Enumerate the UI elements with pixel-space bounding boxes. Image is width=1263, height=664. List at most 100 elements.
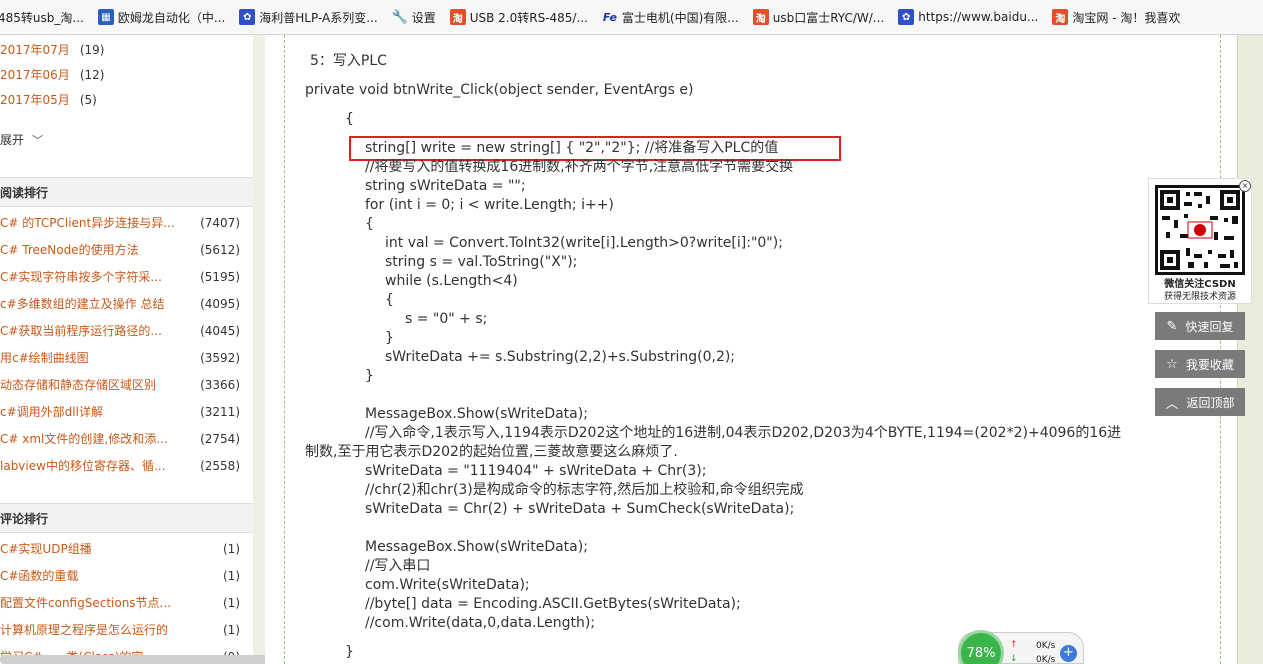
wrench-icon: 🔧 bbox=[391, 9, 408, 25]
code-line: MessageBox.Show(sWriteData); bbox=[365, 406, 588, 422]
rank-count: (5612) bbox=[200, 242, 240, 257]
taobao-icon: 淘 bbox=[449, 9, 466, 25]
star-icon: ☆ bbox=[1166, 356, 1178, 372]
bookmark-label: 海利普HLP-A系列变... bbox=[259, 10, 378, 25]
section-heading: 5：写入PLC bbox=[310, 53, 387, 69]
qr-caption: 微信关注CSDN 获得无限技术资源 bbox=[1150, 279, 1250, 303]
code-line: s = "0" + s; bbox=[405, 311, 488, 327]
archive-count: (19) bbox=[79, 42, 105, 57]
rank-link[interactable]: 配置文件configSections节点... bbox=[0, 594, 171, 611]
reading-rank-title: 阅读排行 bbox=[0, 185, 49, 200]
code-line: //写入串口 bbox=[365, 558, 431, 574]
rank-item[interactable]: 配置文件configSections节点... (1) bbox=[0, 589, 240, 616]
bookmark-fuji[interactable]: Fe 富士电机(中国)有限... bbox=[602, 0, 739, 34]
rank-item[interactable]: C#实现字符串按多个字符采... (5195) bbox=[0, 263, 240, 290]
rank-link[interactable]: 用c#绘制曲线图 bbox=[0, 349, 89, 366]
code-line: } bbox=[345, 644, 354, 660]
upload-arrow-icon: ↑ bbox=[1010, 640, 1018, 650]
archive-link[interactable]: 2017年07月 bbox=[0, 41, 70, 58]
bookmark-settings[interactable]: 🔧 设置 bbox=[391, 0, 436, 34]
rank-link[interactable]: C# TreeNode的使用方法 bbox=[0, 241, 139, 258]
code-line: string sWriteData = ""; bbox=[365, 178, 526, 194]
rank-item[interactable]: 用c#绘制曲线图 (3592) bbox=[0, 344, 240, 371]
bookmark-hlp[interactable]: ✿ 海利普HLP-A系列变... bbox=[239, 0, 378, 34]
rank-link[interactable]: C# 的TCPClient异步连接与异... bbox=[0, 214, 175, 231]
bookmark-taobao[interactable]: 淘 淘宝网 - 淘！我喜欢 bbox=[1052, 0, 1180, 34]
bookmark-485usb[interactable]: 485转usb_淘... bbox=[0, 0, 84, 34]
rank-link[interactable]: C#实现UDP组播 bbox=[0, 540, 92, 557]
rank-item[interactable]: C# TreeNode的使用方法 (5612) bbox=[0, 236, 240, 263]
rank-item[interactable]: c#多维数组的建立及操作 总结 (4095) bbox=[0, 290, 240, 317]
qr-code-image bbox=[1155, 185, 1245, 275]
code-line: { bbox=[385, 292, 394, 308]
rank-count: (3366) bbox=[200, 377, 240, 392]
rank-item[interactable]: C#函数的重载 (1) bbox=[0, 562, 240, 589]
bookmark-usb-fuji[interactable]: 淘 usb口富士RYC/W/... bbox=[752, 0, 885, 34]
rank-item[interactable]: C# 的TCPClient异步连接与异... (7407) bbox=[0, 209, 240, 236]
rank-count: (2754) bbox=[200, 431, 240, 446]
bookmark-baidu[interactable]: ✿ https://www.baidu... bbox=[898, 0, 1038, 34]
rank-link[interactable]: C#函数的重载 bbox=[0, 567, 78, 584]
rank-link[interactable]: c#调用外部dll详解 bbox=[0, 403, 103, 420]
bookmark-label: 富士电机(中国)有限... bbox=[621, 10, 739, 25]
rank-item[interactable]: C#获取当前程序运行路径的... (4045) bbox=[0, 317, 240, 344]
rank-link[interactable]: 计算机原理之程序是怎么运行的 bbox=[0, 621, 168, 638]
rank-item[interactable]: c#调用外部dll详解 (3211) bbox=[0, 398, 240, 425]
back-to-top-button[interactable]: ︿ 返回顶部 bbox=[1155, 388, 1245, 416]
rank-count: (1) bbox=[223, 541, 240, 556]
bookmark-label: 欧姆龙自动化（中... bbox=[117, 10, 226, 25]
favorite-label: 我要收藏 bbox=[1185, 357, 1234, 372]
rank-link[interactable]: C#获取当前程序运行路径的... bbox=[0, 322, 162, 339]
bookmark-usb-rs485[interactable]: 淘 USB 2.0转RS-485/... bbox=[449, 0, 588, 34]
download-speed: 0K/s bbox=[1036, 655, 1056, 664]
code-line: 制数,至于用它表示D202的起始位置,三菱故意要这么麻烦了. bbox=[305, 444, 678, 460]
bookmark-label: 485转usb_淘... bbox=[0, 10, 84, 25]
code-line: //将要写入的值转换成16进制数,补齐两个字节,注意高低字节需要交换 bbox=[365, 159, 794, 175]
favorite-button[interactable]: ☆ 我要收藏 bbox=[1155, 350, 1245, 378]
rank-item[interactable]: labview中的移位寄存器、循... (2558) bbox=[0, 452, 240, 479]
rank-link[interactable]: labview中的移位寄存器、循... bbox=[0, 457, 165, 474]
code-line: { bbox=[345, 111, 354, 127]
quick-reply-button[interactable]: ✎ 快速回复 bbox=[1155, 312, 1245, 340]
rank-link[interactable]: C#实现字符串按多个字符采... bbox=[0, 268, 162, 285]
plus-icon[interactable]: + bbox=[1060, 645, 1077, 662]
code-line: //com.Write(data,0,data.Length); bbox=[365, 615, 596, 631]
download-arrow-icon: ↓ bbox=[1010, 654, 1018, 664]
rank-item[interactable]: 动态存储和静态存储区域区别 (3366) bbox=[0, 371, 240, 398]
paw-icon: ✿ bbox=[898, 9, 915, 25]
code-line: for (int i = 0; i < write.Length; i++) bbox=[365, 197, 614, 213]
bookmark-label: usb口富士RYC/W/... bbox=[772, 10, 885, 25]
archive-link[interactable]: 2017年06月 bbox=[0, 66, 70, 83]
article-border-left bbox=[284, 35, 285, 664]
code-line: //chr(2)和chr(3)是构成命令的标志字符,然后加上校验和,命令组织完成 bbox=[365, 482, 804, 498]
rank-item[interactable]: 计算机原理之程序是怎么运行的 (1) bbox=[0, 616, 240, 643]
rank-link[interactable]: 动态存储和静态存储区域区别 bbox=[0, 376, 156, 393]
archive-count: (5) bbox=[79, 92, 97, 107]
code-line: com.Write(sWriteData); bbox=[365, 577, 530, 593]
pencil-icon: ✎ bbox=[1166, 318, 1178, 334]
code-line: { bbox=[365, 216, 374, 232]
qr-caption-line1: 微信关注CSDN bbox=[1164, 279, 1236, 290]
rank-link[interactable]: C# xml文件的创建,修改和添... bbox=[0, 430, 168, 447]
expand-button[interactable]: 展开 ﹀ bbox=[0, 131, 43, 148]
rank-item[interactable]: C#实现UDP组播 (1) bbox=[0, 535, 240, 562]
rank-link[interactable]: c#多维数组的建立及操作 总结 bbox=[0, 295, 164, 312]
sidebar: 2017年07月 (19) 2017年06月 (12) 2017年05月 (5)… bbox=[0, 35, 253, 664]
upload-speed: 0K/s bbox=[1036, 641, 1056, 651]
code-line: private void btnWrite_Click(object sende… bbox=[305, 82, 694, 98]
archive-item[interactable]: 2017年06月 (12) bbox=[0, 62, 250, 87]
rank-item[interactable]: C# xml文件的创建,修改和添... (2754) bbox=[0, 425, 240, 452]
code-line: sWriteData = Chr(2) + sWriteData + SumCh… bbox=[365, 501, 795, 517]
qr-close-button[interactable]: × bbox=[1239, 180, 1251, 192]
rank-count: (1) bbox=[223, 568, 240, 583]
comment-rank-title: 评论排行 bbox=[0, 511, 49, 526]
archive-item[interactable]: 2017年05月 (5) bbox=[0, 87, 250, 112]
archive-link[interactable]: 2017年05月 bbox=[0, 91, 70, 108]
rank-count: (2558) bbox=[200, 458, 240, 473]
archive-item[interactable]: 2017年07月 (19) bbox=[0, 37, 250, 62]
rank-count: (1) bbox=[223, 595, 240, 610]
chevron-down-icon: ﹀ bbox=[32, 133, 44, 147]
quick-reply-label: 快速回复 bbox=[1185, 319, 1234, 334]
bookmark-omron[interactable]: ▦ 欧姆龙自动化（中... bbox=[97, 0, 226, 34]
rank-count: (4045) bbox=[200, 323, 240, 338]
